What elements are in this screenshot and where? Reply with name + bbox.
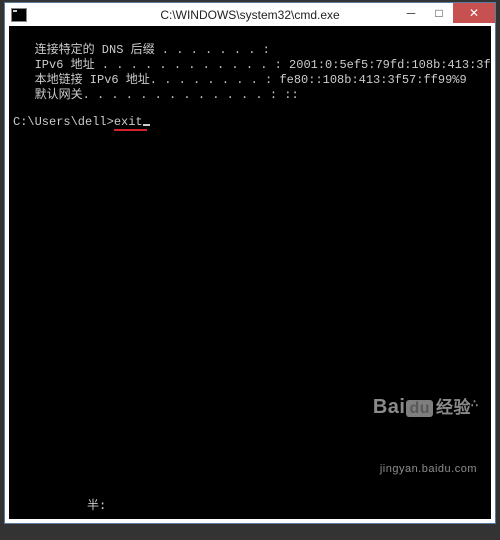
prompt-line: C:\Users\dell>exit [13,115,487,130]
watermark-url: jingyan.baidu.com [324,462,477,477]
output-line: IPv6 地址 . . . . . . . . . . . . : [13,58,289,72]
brand-bai: Bai [373,396,406,418]
output-line: 连接特定的 DNS 后缀 . . . . . . . : [13,43,270,57]
ipv6-address: 2001:0:5ef5:79fd:108b:413:3f57:ff99 [289,58,491,72]
maximize-button[interactable]: □ [425,3,453,23]
output-line: 默认网关. . . . . . . . . . . . . : :: [13,88,299,102]
output-line: 本地链接 IPv6 地址. . . . . . . . : [13,73,279,87]
watermark-brand: Baidu经验∴ [324,382,477,431]
watermark: Baidu经验∴ jingyan.baidu.com [324,352,477,507]
prompt-text: C:\Users\dell> [13,115,114,129]
titlebar[interactable]: C:\WINDOWS\system32\cmd.exe ─ □ ✕ [5,3,495,26]
minimize-button[interactable]: ─ [397,3,425,23]
window-controls: ─ □ ✕ [397,3,495,23]
window-title: C:\WINDOWS\system32\cmd.exe [160,8,339,22]
link-local-address: fe80::108b:413:3f57:ff99%9 [279,73,466,87]
cursor-icon [143,124,150,126]
cmd-icon [11,8,27,22]
paw-icon: ∴ [471,398,477,410]
brand-du: du [406,400,433,417]
brand-experience: 经验 [436,398,471,417]
cmd-window: C:\WINDOWS\system32\cmd.exe ─ □ ✕ 连接特定的 … [4,2,496,524]
typed-command: exit [114,115,143,129]
ime-status: 半: [87,498,106,513]
close-button[interactable]: ✕ [453,3,495,23]
terminal-area[interactable]: 连接特定的 DNS 后缀 . . . . . . . : IPv6 地址 . .… [9,26,491,519]
